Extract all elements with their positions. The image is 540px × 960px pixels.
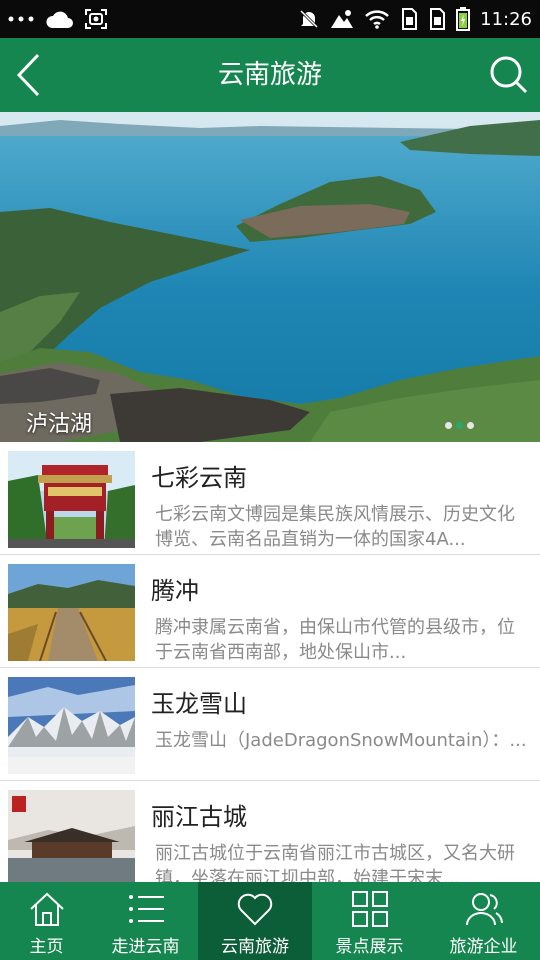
item-title: 七彩云南 [151,464,247,492]
users-icon [465,893,503,926]
search-icon [490,56,528,94]
carousel-dot-active[interactable] [456,422,463,429]
status-bar: 11:26 [0,0,540,38]
thumbnail-image [8,790,135,882]
bottom-navigation: 主页 走进云南 云南旅游 景点展示 旅游企业 [0,882,540,960]
app-header: 云南旅游 [0,38,540,112]
nav-label: 主页 [29,937,64,957]
carousel-indicator [445,422,474,429]
attraction-list: 七彩云南 七彩云南文博园是集民族风情展示、历史文化博览、云南名品直销为一体的国家… [0,442,540,882]
nav-item-home[interactable]: 主页 [0,882,93,960]
nav-label: 景点展示 [335,937,404,957]
status-time: 11:26 [480,8,532,30]
page-title: 云南旅游 [217,60,322,90]
nav-item-explore-yunnan[interactable]: 走进云南 [93,882,198,960]
list-item[interactable]: 七彩云南 七彩云南文博园是集民族风情展示、历史文化博览、云南名品直销为一体的国家… [0,442,540,555]
wifi-icon [365,10,389,29]
status-right: 11:26 [298,7,532,31]
item-description: 七彩云南文博园是集民族风情展示、历史文化博览、云南名品直销为一体的国家4A... [155,504,515,550]
nav-label: 走进云南 [111,937,180,957]
grid-icon [351,891,388,927]
banner-caption: 泸沽湖 [26,412,93,437]
battery-icon [456,7,471,31]
carousel-dot[interactable] [467,422,474,429]
list-item[interactable]: 丽江古城 丽江古城位于云南省丽江市古城区，又名大研镇，坐落在丽江坝中部，始建于宋… [0,781,540,882]
item-description: 玉龙雪山（JadeDragonSnowMountain）：... [155,730,527,751]
mute-icon [300,9,319,29]
carousel-dot[interactable] [445,422,452,429]
screenshot-icon [85,9,107,29]
list-item[interactable]: 玉龙雪山 玉龙雪山（JadeDragonSnowMountain）：... [0,668,540,781]
nav-item-attractions[interactable]: 景点展示 [312,882,427,960]
heart-icon [237,893,273,926]
nav-item-yunnan-travel[interactable]: 云南旅游 [198,882,312,960]
cloud-icon [46,11,73,28]
nav-label: 云南旅游 [221,937,289,957]
lugu-lake-photo [0,112,540,442]
item-title: 丽江古城 [151,803,247,831]
item-title: 腾冲 [151,577,199,605]
thumbnail-image [8,677,135,774]
thumbnail-image [8,564,135,661]
list-item[interactable]: 腾冲 腾冲隶属云南省，由保山市代管的县级市，位于云南省西南部，地处保山市... [0,555,540,668]
item-description: 丽江古城位于云南省丽江市古城区，又名大研镇，坐落在丽江坝中部，始建于宋末... [155,843,515,882]
search-button[interactable] [488,54,530,96]
item-title: 玉龙雪山 [151,690,247,718]
sim1-icon [402,8,418,30]
list-icon [128,895,164,923]
home-icon [29,892,64,926]
nav-item-travel-companies[interactable]: 旅游企业 [427,882,540,960]
nav-label: 旅游企业 [449,937,518,957]
sim2-icon [430,8,446,30]
banner-carousel[interactable]: 泸沽湖 [0,112,540,442]
thumbnail-image [8,451,135,548]
more-dots-icon [8,16,34,22]
item-description: 腾冲隶属云南省，由保山市代管的县级市，位于云南省西南部，地处保山市... [155,617,515,663]
status-left [8,7,108,31]
weather-icon [331,10,354,28]
